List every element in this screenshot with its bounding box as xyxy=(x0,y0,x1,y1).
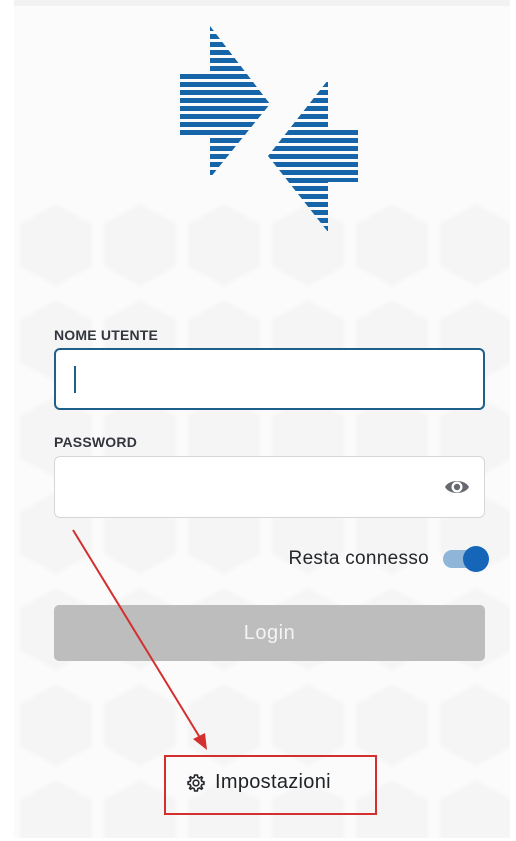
settings-label: Impostazioni xyxy=(215,771,331,793)
login-screen: NOME UTENTE PASSWORD Resta connesso Logi… xyxy=(0,0,516,841)
remember-me-toggle[interactable] xyxy=(443,546,489,572)
text-caret xyxy=(74,366,76,393)
username-field[interactable] xyxy=(54,348,485,410)
eye-icon[interactable] xyxy=(444,477,470,497)
remember-me-row: Resta connesso xyxy=(54,541,489,577)
login-button[interactable]: Login xyxy=(54,605,485,661)
hexagon-background-pattern xyxy=(14,200,510,838)
toggle-knob xyxy=(463,546,489,572)
app-logo xyxy=(180,26,358,232)
settings-link[interactable]: Impostazioni xyxy=(186,771,331,794)
gear-icon xyxy=(187,773,205,792)
username-label: NOME UTENTE xyxy=(54,327,159,343)
password-field[interactable] xyxy=(54,456,485,518)
remember-me-label: Resta connesso xyxy=(288,548,429,569)
password-label: PASSWORD xyxy=(54,434,138,450)
